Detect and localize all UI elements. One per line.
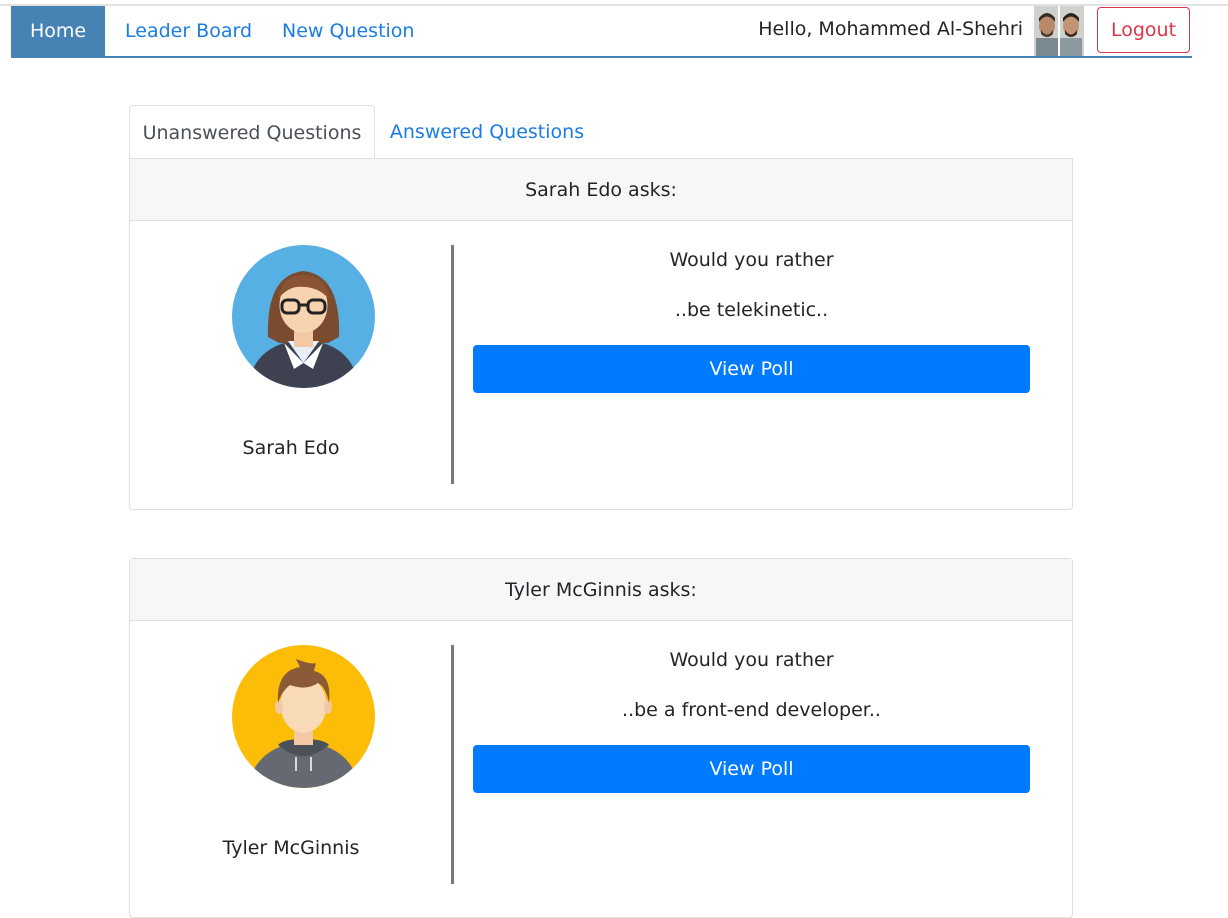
card-header: Tyler McGinnis asks: [130, 559, 1072, 621]
user-avatar [1034, 6, 1084, 56]
nav-leader-board[interactable]: Leader Board [125, 6, 252, 56]
view-poll-button[interactable]: View Poll [473, 745, 1030, 793]
logout-button[interactable]: Logout [1097, 7, 1190, 53]
vertical-divider [451, 645, 454, 884]
question-option-preview: ..be a front-end developer.. [622, 699, 881, 721]
question-option-preview: ..be telekinetic.. [674, 299, 829, 321]
view-poll-button[interactable]: View Poll [473, 345, 1030, 393]
woman-avatar-icon [232, 245, 375, 388]
question-tabs: Unanswered Questions Answered Questions [129, 105, 1073, 159]
vertical-divider [451, 245, 454, 484]
man-avatar-icon [232, 645, 375, 788]
question-card: Tyler McGinnis asks: Tyler McGinnis Woul… [129, 558, 1073, 918]
tab-unanswered[interactable]: Unanswered Questions [129, 105, 375, 159]
nav-new-question[interactable]: New Question [282, 6, 414, 56]
author-name: Sarah Edo [242, 437, 340, 459]
question-prompt: Would you rather [669, 249, 834, 271]
nav-home[interactable]: Home [11, 6, 105, 56]
author-name: Tyler McGinnis [222, 837, 360, 859]
user-greeting: Hello, Mohammed Al-Shehri [758, 18, 1023, 40]
question-prompt: Would you rather [669, 649, 834, 671]
question-card: Sarah Edo asks: Sarah Edo Would you rath… [129, 158, 1073, 510]
navbar: Home Leader Board New Question Hello, Mo… [11, 6, 1192, 58]
tab-answered[interactable]: Answered Questions [375, 105, 599, 158]
card-header: Sarah Edo asks: [130, 159, 1072, 221]
